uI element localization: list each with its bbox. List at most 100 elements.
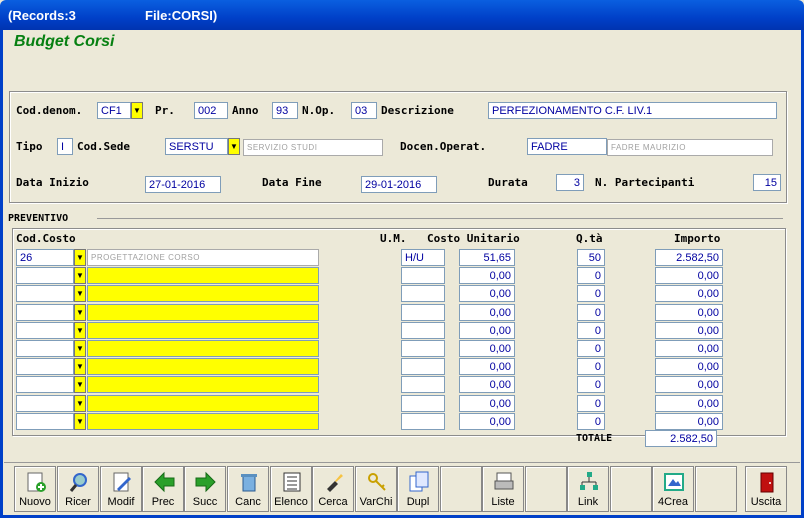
row-cod-dropdown[interactable]: ▼ [74, 285, 86, 302]
toolbar-button-label: VarChi [359, 496, 393, 508]
row-description: PROGETTAZIONE CORSO [87, 249, 319, 266]
row-cod-field[interactable] [16, 395, 74, 412]
row-qta-field[interactable]: 0 [577, 358, 605, 375]
toolbar-button-modif[interactable]: Modif [100, 466, 142, 512]
toolbar-button-empty[interactable] [440, 466, 482, 512]
toolbar-button-dupl[interactable]: Dupl [397, 466, 439, 512]
row-qta-field[interactable]: 50 [577, 249, 605, 266]
row-um-field[interactable] [401, 340, 445, 357]
col-costo-header: Costo Unitario [427, 232, 520, 245]
cod-sede-dropdown[interactable]: ▼ [228, 138, 240, 155]
row-costo-field[interactable]: 51,65 [459, 249, 515, 266]
toolbar-button-ricer[interactable]: Ricer [57, 466, 99, 512]
row-cod-field[interactable] [16, 267, 74, 284]
row-cod-dropdown[interactable]: ▼ [74, 376, 86, 393]
row-costo-field[interactable]: 0,00 [459, 322, 515, 339]
row-cod-field[interactable] [16, 304, 74, 321]
row-cod-dropdown[interactable]: ▼ [74, 322, 86, 339]
row-cod-dropdown[interactable]: ▼ [74, 413, 86, 430]
descrizione-field[interactable]: PERFEZIONAMENTO C.F. LIV.1 [488, 102, 777, 119]
docen-operat-field[interactable]: FADRE [527, 138, 607, 155]
cod-denom-dropdown[interactable]: ▼ [131, 102, 143, 119]
cod-denom-label: Cod.denom. [16, 104, 83, 117]
toolbar-button-label: Canc [235, 496, 261, 508]
toolbar-button-elenco[interactable]: Elenco [270, 466, 312, 512]
row-cod-field[interactable] [16, 285, 74, 302]
row-qta-field[interactable]: 0 [577, 267, 605, 284]
anno-field[interactable]: 93 [272, 102, 298, 119]
row-um-field[interactable] [401, 358, 445, 375]
col-qta-header: Q.tà [576, 232, 603, 245]
row-cod-dropdown[interactable]: ▼ [74, 304, 86, 321]
arrow-right-icon [195, 471, 217, 493]
row-um-field[interactable] [401, 413, 445, 430]
cod-sede-description: SERVIZIO STUDI [243, 139, 383, 156]
toolbar-button-label: Liste [491, 496, 515, 508]
row-cod-dropdown[interactable]: ▼ [74, 340, 86, 357]
row-qta-field[interactable]: 0 [577, 413, 605, 430]
toolbar-button-empty[interactable] [695, 466, 737, 512]
data-fine-field[interactable]: 29-01-2016 [361, 176, 437, 193]
toolbar-button-label: Succ [192, 496, 218, 508]
toolbar-button-varchi[interactable]: VarChi [355, 466, 397, 512]
partecipanti-field[interactable]: 15 [753, 174, 781, 191]
totale-label: TOTALE [576, 433, 613, 444]
toolbar-button-4crea[interactable]: 4Crea [652, 466, 694, 512]
toolbar-button-succ[interactable]: Succ [184, 466, 226, 512]
cod-denom-field[interactable]: CF1 [97, 102, 131, 119]
row-costo-field[interactable]: 0,00 [459, 376, 515, 393]
toolbar-button-empty[interactable] [525, 466, 567, 512]
data-inizio-field[interactable]: 27-01-2016 [145, 176, 221, 193]
row-cod-dropdown[interactable]: ▼ [74, 358, 86, 375]
toolbar-button-cerca[interactable]: Cerca [312, 466, 354, 512]
row-um-field[interactable] [401, 285, 445, 302]
row-costo-field[interactable]: 0,00 [459, 358, 515, 375]
pr-field[interactable]: 002 [194, 102, 228, 119]
row-costo-field[interactable]: 0,00 [459, 395, 515, 412]
row-costo-field[interactable]: 0,00 [459, 267, 515, 284]
durata-field[interactable]: 3 [556, 174, 584, 191]
row-importo-field: 0,00 [655, 340, 723, 357]
row-qta-field[interactable]: 0 [577, 285, 605, 302]
row-cod-field[interactable] [16, 322, 74, 339]
row-cod-field[interactable]: 26 [16, 249, 74, 266]
row-qta-field[interactable]: 0 [577, 322, 605, 339]
toolbar-button-link[interactable]: Link [567, 466, 609, 512]
row-importo-field: 0,00 [655, 395, 723, 412]
row-um-field[interactable] [401, 267, 445, 284]
toolbar-button-uscita[interactable]: Uscita [745, 466, 787, 512]
row-qta-field[interactable]: 0 [577, 376, 605, 393]
row-um-field[interactable]: H/U [401, 249, 445, 266]
row-um-field[interactable] [401, 395, 445, 412]
row-costo-field[interactable]: 0,00 [459, 304, 515, 321]
row-cod-field[interactable] [16, 358, 74, 375]
row-qta-field[interactable]: 0 [577, 340, 605, 357]
nop-field[interactable]: 03 [351, 102, 377, 119]
file-name: File:CORSI) [145, 8, 218, 23]
toolbar-button-label: Nuovo [19, 496, 51, 508]
row-costo-field[interactable]: 0,00 [459, 285, 515, 302]
row-qta-field[interactable]: 0 [577, 395, 605, 412]
toolbar-button-canc[interactable]: Canc [227, 466, 269, 512]
row-cod-field[interactable] [16, 413, 74, 430]
toolbar-button-empty[interactable] [610, 466, 652, 512]
row-cod-dropdown[interactable]: ▼ [74, 267, 86, 284]
row-costo-field[interactable]: 0,00 [459, 413, 515, 430]
row-um-field[interactable] [401, 322, 445, 339]
durata-label: Durata [488, 176, 528, 189]
tipo-field[interactable]: I [57, 138, 73, 155]
row-cod-field[interactable] [16, 340, 74, 357]
row-um-field[interactable] [401, 304, 445, 321]
toolbar-button-nuovo[interactable]: Nuovo [14, 466, 56, 512]
row-um-field[interactable] [401, 376, 445, 393]
row-cod-dropdown[interactable]: ▼ [74, 395, 86, 412]
row-costo-field[interactable]: 0,00 [459, 340, 515, 357]
toolbar-button-prec[interactable]: Prec [142, 466, 184, 512]
row-cod-field[interactable] [16, 376, 74, 393]
row-cod-dropdown[interactable]: ▼ [74, 249, 86, 266]
toolbar-button-liste[interactable]: Liste [482, 466, 524, 512]
cod-sede-field[interactable]: SERSTU [165, 138, 228, 155]
exit-door-icon [756, 471, 778, 493]
edit-icon [111, 471, 133, 493]
row-qta-field[interactable]: 0 [577, 304, 605, 321]
